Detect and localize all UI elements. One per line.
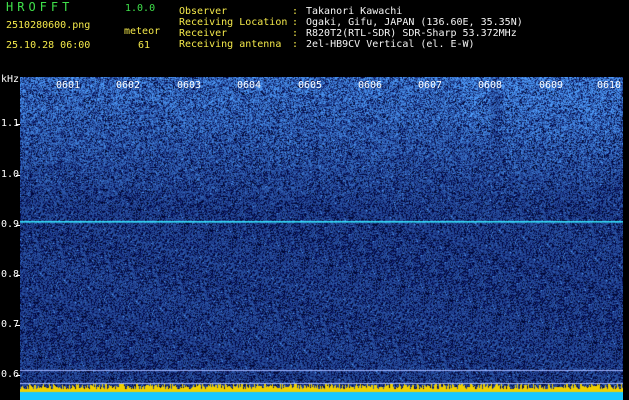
receiver-value: R820T2(RTL-SDR) SDR-Sharp 53.372MHz xyxy=(306,28,517,39)
x-tick-label: 0603 xyxy=(177,80,202,91)
meteor-label: meteor xyxy=(124,26,161,37)
y-tick-mark xyxy=(16,375,20,376)
observer-label: Observer xyxy=(179,6,228,17)
x-tick-label: 0606 xyxy=(358,80,383,91)
observer-colon: : xyxy=(292,6,299,17)
x-tick-label: 0602 xyxy=(116,80,141,91)
meteor-count: 61 xyxy=(138,40,151,51)
app-title: HROFFT xyxy=(6,0,74,14)
y-tick-mark xyxy=(16,175,20,176)
spectrogram-view xyxy=(20,77,623,400)
x-tick-label: 0609 xyxy=(539,80,564,91)
location-label: Receiving Location xyxy=(179,17,288,28)
spectrogram-canvas xyxy=(20,77,623,400)
timestamp: 25.10.28 06:00 xyxy=(6,40,91,51)
y-tick-mark xyxy=(16,124,20,125)
receiver-label: Receiver xyxy=(179,28,228,39)
x-tick-label: 0610 xyxy=(597,80,622,91)
y-tick-mark xyxy=(16,325,20,326)
antenna-value: 2el-HB9CV Vertical (el. E-W) xyxy=(306,39,475,50)
file-name: 2510280600.png xyxy=(6,20,91,31)
y-tick-mark xyxy=(16,225,20,226)
x-tick-label: 0604 xyxy=(237,80,262,91)
antenna-label: Receiving antenna xyxy=(179,39,282,50)
y-axis-unit: kHz xyxy=(1,74,20,85)
y-tick-mark xyxy=(16,275,20,276)
x-tick-label: 0608 xyxy=(478,80,503,91)
location-colon: : xyxy=(292,17,299,28)
x-tick-label: 0601 xyxy=(56,80,81,91)
x-tick-label: 0607 xyxy=(418,80,443,91)
app-version: 1.0.0 xyxy=(125,3,156,14)
antenna-colon: : xyxy=(292,39,299,50)
location-value: Ogaki, Gifu, JAPAN (136.60E, 35.35N) xyxy=(306,17,523,28)
observer-value: Takanori Kawachi xyxy=(306,6,403,17)
receiver-colon: : xyxy=(292,28,299,39)
x-tick-label: 0605 xyxy=(298,80,323,91)
